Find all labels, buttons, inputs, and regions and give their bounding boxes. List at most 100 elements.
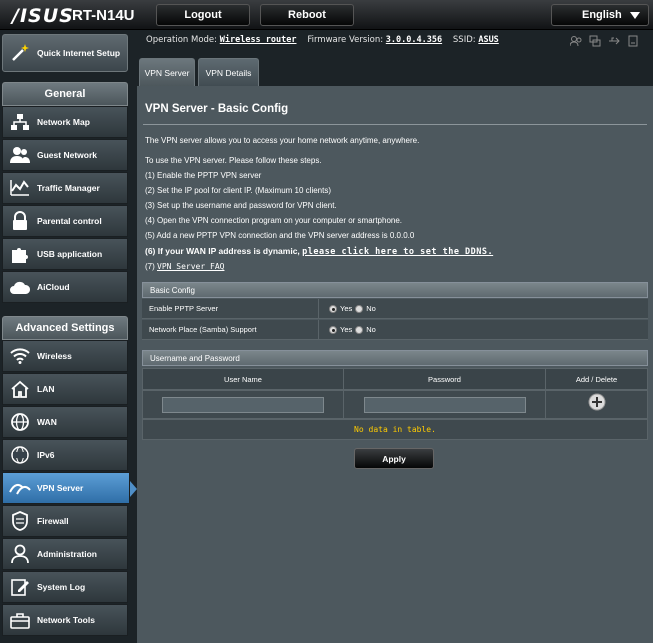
home-icon — [9, 378, 31, 400]
sidebar-item-label: Administration — [37, 549, 97, 559]
samba-support-options: Yes No — [319, 325, 376, 334]
tab-vpn-server[interactable]: VPN Server — [139, 58, 195, 86]
sidebar-item-label: VPN Server — [37, 483, 84, 493]
network-map-icon — [9, 111, 31, 133]
sidebar-item-label: USB application — [37, 249, 103, 259]
logout-button[interactable]: Logout — [156, 4, 250, 26]
guest-users-icon — [9, 144, 31, 166]
status-icons — [569, 34, 639, 47]
sidebar-item-parental-control[interactable]: Parental control — [2, 205, 128, 237]
samba-yes-radio[interactable] — [329, 325, 337, 334]
sidebar-item-firewall[interactable]: Firewall — [2, 505, 128, 537]
reboot-button[interactable]: Reboot — [260, 4, 354, 26]
sidebar-item-traffic-manager[interactable]: Traffic Manager — [2, 172, 128, 204]
lock-icon — [9, 210, 31, 232]
magic-wand-icon — [9, 42, 31, 64]
samba-no-radio[interactable] — [355, 325, 364, 334]
ddns-link[interactable]: please click here to set the DDNS. — [302, 247, 493, 257]
tab-vpn-details[interactable]: VPN Details — [198, 58, 259, 86]
step-1: (1) Enable the PPTP VPN server — [145, 171, 262, 180]
main-panel: VPN Server - Basic Config The VPN server… — [137, 86, 653, 643]
enable-pptp-options: Yes No — [319, 304, 376, 313]
sidebar-item-vpn-server[interactable]: VPN Server — [2, 472, 130, 504]
sidebar-item-label: Guest Network — [37, 150, 97, 160]
sidebar-item-guest-network[interactable]: Guest Network — [2, 139, 128, 171]
vpn-faq-link[interactable]: VPN Server FAQ — [157, 262, 224, 271]
step-2: (2) Set the IP pool for client IP. (Maxi… — [145, 186, 332, 195]
sidebar-item-network-tools[interactable]: Network Tools — [2, 604, 128, 636]
quick-internet-setup-button[interactable]: Quick Internet Setup — [2, 34, 128, 72]
username-password-header: Username and Password — [142, 350, 648, 366]
sidebar-item-label: Traffic Manager — [37, 183, 100, 193]
add-icon[interactable] — [588, 393, 606, 416]
op-mode-link[interactable]: Wireless router — [220, 35, 297, 45]
step-7: (7) VPN Server FAQ — [145, 262, 224, 271]
language-select[interactable]: English — [551, 4, 649, 26]
vpn-icon — [9, 477, 31, 499]
intro-text: The VPN server allows you to access your… — [145, 136, 420, 145]
sidebar-item-label: System Log — [37, 582, 86, 592]
sidebar-item-system-log[interactable]: System Log — [2, 571, 128, 603]
puzzle-icon — [9, 243, 31, 265]
sidebar-item-wireless[interactable]: Wireless — [2, 340, 128, 372]
basic-config-header: Basic Config — [142, 282, 648, 298]
sidebar: Quick Internet Setup General Network Map… — [0, 30, 137, 643]
sidebar-item-lan[interactable]: LAN — [2, 373, 128, 405]
sidebar-item-label: Network Map — [37, 117, 90, 127]
no-data-message: No data in table. — [142, 419, 648, 440]
globe-icon — [9, 411, 31, 433]
user-name-input[interactable] — [162, 396, 324, 413]
model-name: RT-N14U — [72, 7, 135, 24]
advanced-settings-header: Advanced Settings — [2, 316, 128, 340]
steps-intro: To use the VPN server. Please follow the… — [145, 156, 322, 165]
step-7-prefix: (7) — [145, 262, 155, 271]
shield-icon — [9, 510, 31, 532]
step-3: (3) Set up the username and password for… — [145, 201, 337, 210]
add-delete-column-header: Add / Delete — [545, 368, 648, 390]
status-line: Operation Mode: Wireless router Firmware… — [146, 35, 499, 45]
page-title: VPN Server - Basic Config — [145, 103, 289, 115]
general-header: General — [2, 82, 128, 106]
enable-pptp-no-radio[interactable] — [355, 304, 364, 313]
title-divider — [143, 124, 647, 125]
password-column-header: Password — [343, 368, 546, 390]
printer-icon[interactable] — [627, 34, 639, 47]
sidebar-item-label: LAN — [37, 384, 55, 394]
sidebar-item-usb-application[interactable]: USB application — [2, 238, 128, 270]
wifi-icon — [9, 345, 31, 367]
ipv6-icon — [9, 444, 31, 466]
firmware-label: Firmware Version: — [307, 35, 384, 45]
usb-icon[interactable] — [608, 34, 620, 46]
user-name-cell — [142, 390, 344, 419]
network-status-icon[interactable] — [589, 34, 601, 47]
user-icon — [9, 543, 31, 565]
table-row: Enable PPTP Server Yes No — [142, 299, 648, 319]
toolbox-icon — [9, 609, 31, 631]
ssid-link[interactable]: ASUS — [478, 35, 498, 45]
language-value: English — [582, 9, 622, 21]
step-6: (6) If your WAN IP address is dynamic, p… — [145, 246, 493, 257]
sidebar-item-aicloud[interactable]: AiCloud — [2, 271, 128, 303]
step-5: (5) Add a new PPTP VPN connection and th… — [145, 231, 415, 240]
op-mode-label: Operation Mode: — [146, 35, 218, 45]
active-item-arrow — [130, 481, 137, 497]
clients-icon[interactable] — [569, 34, 582, 47]
sidebar-item-administration[interactable]: Administration — [2, 538, 128, 570]
chevron-down-icon — [630, 12, 640, 19]
sidebar-item-wan[interactable]: WAN — [2, 406, 128, 438]
password-cell — [343, 390, 546, 419]
asus-logo[interactable]: /ISUS — [12, 5, 74, 27]
samba-support-label: Network Place (Samba) Support — [142, 320, 319, 339]
sidebar-item-network-map[interactable]: Network Map — [2, 106, 128, 138]
firmware-link[interactable]: 3.0.0.4.356 — [386, 35, 442, 45]
traffic-chart-icon — [9, 177, 31, 199]
password-input[interactable] — [363, 396, 526, 413]
no-label: No — [366, 304, 376, 313]
sidebar-item-ipv6[interactable]: IPv6 — [2, 439, 128, 471]
sidebar-item-label: WAN — [37, 417, 57, 427]
no-label: No — [366, 325, 376, 334]
apply-button[interactable]: Apply — [354, 448, 434, 469]
sidebar-item-label: Firewall — [37, 516, 69, 526]
log-edit-icon — [9, 576, 31, 598]
enable-pptp-yes-radio[interactable] — [329, 304, 337, 313]
